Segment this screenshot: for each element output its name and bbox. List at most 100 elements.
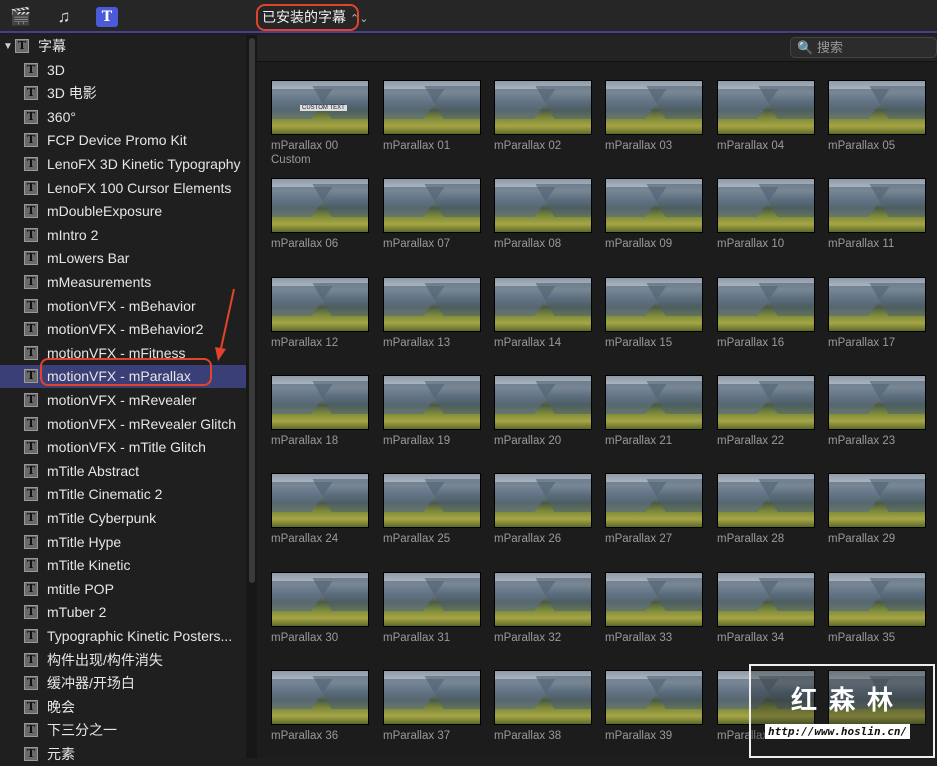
thumbnail-image[interactable] [271, 473, 369, 529]
thumbnail-image[interactable] [271, 374, 369, 430]
title-thumbnail[interactable]: mParallax 14 [494, 276, 594, 350]
title-thumbnail[interactable]: mParallax 16 [717, 276, 817, 350]
title-thumbnail[interactable]: mParallax 05 [828, 80, 928, 153]
thumbnail-image[interactable] [383, 473, 481, 529]
title-thumbnail[interactable]: mParallax 07 [383, 178, 483, 251]
sidebar-item[interactable]: Tmtitle POP [0, 578, 246, 601]
thumbnail-image[interactable] [383, 80, 481, 135]
title-thumbnail[interactable]: mParallax 24 [271, 473, 371, 546]
thumbnail-image[interactable] [494, 571, 592, 627]
title-thumbnail[interactable]: mParallax 26 [494, 473, 594, 546]
title-thumbnail[interactable]: mParallax 35 [828, 571, 928, 645]
sidebar-item[interactable]: TmIntro 2 [0, 224, 246, 247]
titles-icon[interactable]: T [96, 7, 118, 27]
sidebar-item[interactable]: TmTitle Abstract [0, 460, 246, 483]
thumbnail-image[interactable] [828, 473, 926, 529]
title-thumbnail[interactable]: mParallax 04 [717, 80, 817, 153]
title-thumbnail[interactable]: mParallax 29 [828, 473, 928, 546]
thumbnail-image[interactable] [271, 669, 369, 725]
thumbnail-image[interactable] [605, 374, 703, 430]
thumbnail-image[interactable] [383, 276, 481, 332]
sidebar-item[interactable]: TmLowers Bar [0, 247, 246, 270]
title-thumbnail[interactable]: mParallax 34 [717, 571, 817, 645]
thumbnail-image[interactable] [383, 571, 481, 627]
title-thumbnail[interactable]: mParallax 10 [717, 178, 817, 251]
search-input[interactable]: 🔍 搜索 [790, 37, 937, 58]
sidebar-item[interactable]: T Typographic Kinetic Posters... [0, 625, 246, 648]
title-thumbnail[interactable]: mParallax 09 [605, 178, 705, 251]
titles-source-selector[interactable]: 已安装的字幕 ⌃⌄ [256, 4, 368, 31]
title-thumbnail[interactable]: mParallax 39 [605, 669, 705, 743]
sidebar-item[interactable]: TmTuber 2 [0, 601, 246, 624]
sidebar-scroll-thumb[interactable] [249, 38, 255, 583]
title-thumbnail[interactable]: mParallax 31 [383, 571, 483, 645]
title-thumbnail[interactable]: mParallax 33 [605, 571, 705, 645]
sidebar-item[interactable]: T LenoFX 3D Kinetic Typography [0, 153, 246, 176]
thumbnail-image[interactable] [605, 276, 703, 332]
thumbnail-image[interactable] [605, 178, 703, 234]
thumbnail-image[interactable] [717, 178, 815, 234]
thumbnail-image[interactable] [717, 80, 815, 135]
thumbnail-image[interactable] [494, 276, 592, 332]
sidebar-item[interactable]: TmTitle Hype [0, 531, 246, 554]
disclosure-triangle-icon[interactable]: ▼ [3, 35, 13, 58]
sidebar-item[interactable]: TmTitle Cinematic 2 [0, 483, 246, 506]
title-thumbnail[interactable]: mParallax 21 [605, 374, 705, 448]
sidebar-item[interactable]: TmTitle Cyberpunk [0, 507, 246, 530]
title-thumbnail[interactable]: mParallax 32 [494, 571, 594, 645]
thumbnail-image[interactable]: CUSTOM TEXT [271, 80, 369, 135]
title-thumbnail[interactable]: mParallax 25 [383, 473, 483, 546]
thumbnail-image[interactable] [605, 80, 703, 135]
sidebar-item[interactable]: T 晚会 [0, 696, 246, 719]
sidebar-item[interactable]: T 元素 [0, 743, 246, 766]
title-thumbnail[interactable]: mParallax 12 [271, 276, 371, 350]
sidebar-item[interactable]: T 360° [0, 106, 246, 129]
title-thumbnail[interactable]: mParallax 36 [271, 669, 371, 743]
title-thumbnail[interactable]: mParallax 02 [494, 80, 594, 153]
thumbnail-image[interactable] [494, 374, 592, 430]
thumbnail-image[interactable] [717, 571, 815, 627]
thumbnail-image[interactable] [717, 374, 815, 430]
music-photo-icon[interactable]: ♫ [53, 7, 75, 27]
sidebar-item[interactable]: T 下三分之一 [0, 719, 246, 742]
sidebar-root-titles[interactable]: ▼ T 字幕 [0, 35, 246, 58]
thumbnail-image[interactable] [828, 571, 926, 627]
title-thumbnail[interactable]: mParallax 03 [605, 80, 705, 153]
sidebar-item[interactable]: T LenoFX 100 Cursor Elements [0, 177, 246, 200]
thumbnail-image[interactable] [717, 276, 815, 332]
sidebar-item[interactable]: T FCP Device Promo Kit [0, 129, 246, 152]
title-thumbnail[interactable]: mParallax 17 [828, 276, 928, 350]
title-thumbnail[interactable]: mParallax 37 [383, 669, 483, 743]
sidebar-item[interactable]: TmotionVFX - mRevealer Glitch [0, 413, 246, 436]
thumbnail-image[interactable] [828, 80, 926, 135]
thumbnail-image[interactable] [828, 178, 926, 234]
thumbnail-image[interactable] [383, 374, 481, 430]
title-thumbnail[interactable]: mParallax 30 [271, 571, 371, 645]
thumbnail-image[interactable] [271, 571, 369, 627]
sidebar-item[interactable]: T 3D 电影 [0, 82, 246, 105]
title-thumbnail[interactable]: mParallax 23 [828, 374, 928, 448]
thumbnail-image[interactable] [605, 571, 703, 627]
title-thumbnail[interactable]: mParallax 01 [383, 80, 483, 153]
sidebar-item[interactable]: T 构件出现/构件消失 [0, 649, 246, 672]
thumbnail-image[interactable] [494, 178, 592, 234]
thumbnail-image[interactable] [605, 473, 703, 529]
thumbnail-image[interactable] [494, 80, 592, 135]
title-thumbnail[interactable]: mParallax 38 [494, 669, 594, 743]
thumbnail-image[interactable] [494, 473, 592, 529]
thumbnail-image[interactable] [383, 669, 481, 725]
thumbnail-image[interactable] [494, 669, 592, 725]
thumbnail-image[interactable] [828, 374, 926, 430]
thumbnail-image[interactable] [828, 276, 926, 332]
thumbnail-image[interactable] [717, 473, 815, 529]
title-thumbnail[interactable]: mParallax 28 [717, 473, 817, 546]
title-thumbnail[interactable]: mParallax 22 [717, 374, 817, 448]
title-thumbnail[interactable]: mParallax 27 [605, 473, 705, 546]
thumbnail-image[interactable] [271, 276, 369, 332]
title-thumbnail[interactable]: CUSTOM TEXT mParallax 00 Custom [271, 80, 371, 167]
title-thumbnail[interactable]: mParallax 08 [494, 178, 594, 251]
title-thumbnail[interactable]: mParallax 15 [605, 276, 705, 350]
title-thumbnail[interactable]: mParallax 20 [494, 374, 594, 448]
title-thumbnail[interactable]: mParallax 13 [383, 276, 483, 350]
sidebar-item[interactable]: TmotionVFX - mTitle Glitch [0, 436, 246, 459]
